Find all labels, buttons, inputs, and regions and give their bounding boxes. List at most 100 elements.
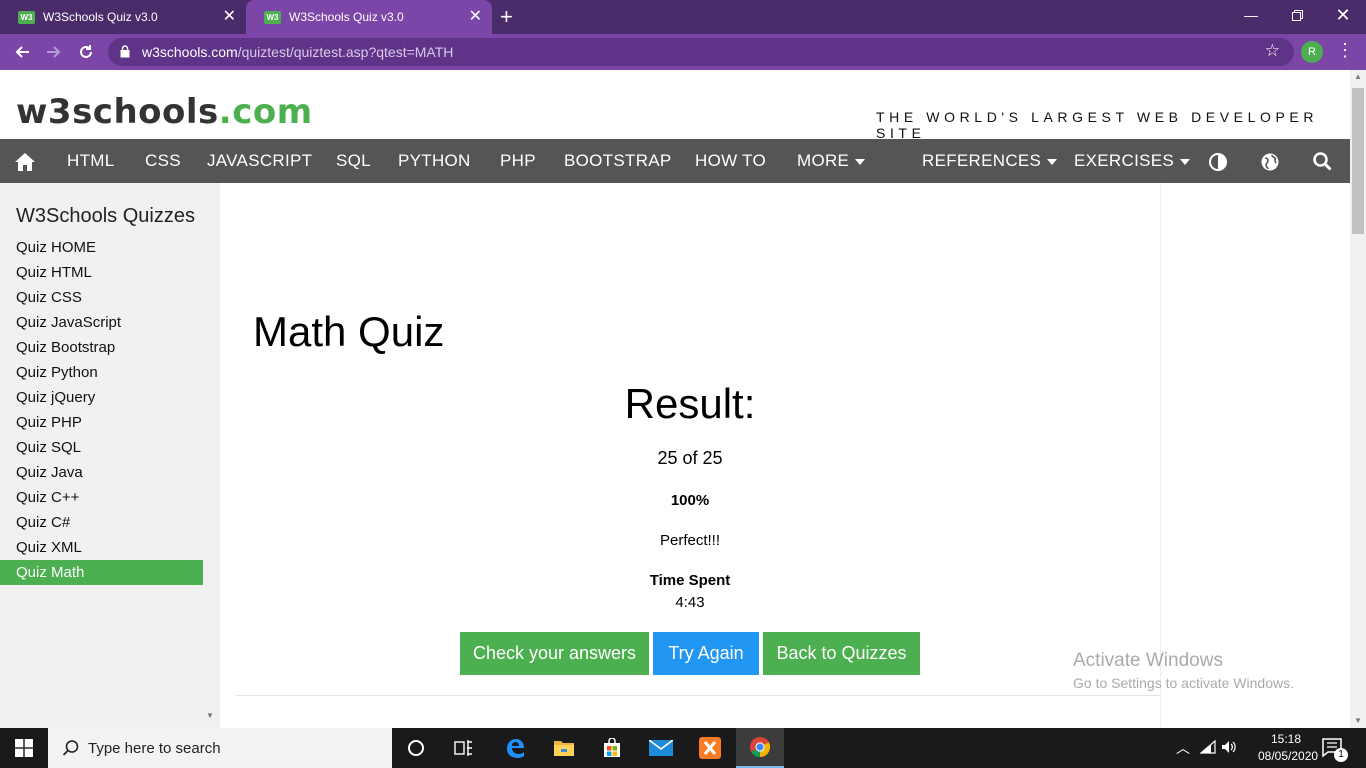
network-icon[interactable] bbox=[1199, 739, 1216, 757]
browser-tab-active[interactable]: W3 W3Schools Quiz v3.0 ✕ bbox=[246, 0, 492, 34]
sidebar-item-quiz-cpp[interactable]: Quiz C++ bbox=[0, 485, 203, 510]
sidebar-item-quiz-java[interactable]: Quiz Java bbox=[0, 460, 203, 485]
sidebar-item-quiz-home[interactable]: Quiz HOME bbox=[0, 235, 203, 260]
clock-time: 15:18 bbox=[1270, 732, 1302, 746]
action-center-icon[interactable]: 1 bbox=[1322, 738, 1348, 762]
nav-javascript[interactable]: JAVASCRIPT bbox=[207, 139, 312, 183]
windows-taskbar: Type here to search ︿ 15:18 08/05/2020 1 bbox=[0, 728, 1366, 768]
taskbar-search-box[interactable]: Type here to search bbox=[48, 728, 392, 768]
browser-menu-icon[interactable]: ⋮ bbox=[1336, 40, 1354, 61]
nav-exercises[interactable]: EXERCISES bbox=[1074, 139, 1191, 183]
tab-title: W3Schools Quiz v3.0 bbox=[43, 10, 158, 24]
back-arrow-icon[interactable] bbox=[10, 40, 34, 64]
right-column-divider bbox=[1160, 183, 1161, 728]
page-scrollbar[interactable]: ▲ ▼ bbox=[1350, 70, 1366, 728]
bookmark-star-icon[interactable]: ☆ bbox=[1265, 41, 1280, 61]
close-tab-icon[interactable]: ✕ bbox=[223, 8, 236, 26]
nav-bootstrap[interactable]: BOOTSTRAP bbox=[564, 139, 672, 183]
nav-references-label: REFERENCES bbox=[922, 151, 1042, 170]
search-icon[interactable] bbox=[1313, 139, 1332, 183]
nav-more-label: MORE bbox=[797, 151, 850, 170]
watermark-title: Activate Windows bbox=[1073, 650, 1223, 671]
scroll-down-icon[interactable]: ▼ bbox=[1350, 714, 1366, 728]
time-spent-value: 4:43 bbox=[675, 594, 705, 611]
nav-howto[interactable]: HOW TO bbox=[695, 139, 766, 183]
globe-icon[interactable] bbox=[1261, 139, 1279, 183]
nav-html[interactable]: HTML bbox=[67, 139, 114, 183]
contrast-icon[interactable] bbox=[1209, 139, 1227, 183]
sidebar-scroll-down-icon[interactable]: ▼ bbox=[206, 711, 214, 720]
nav-exercises-label: EXERCISES bbox=[1074, 151, 1175, 170]
profile-avatar[interactable]: R bbox=[1301, 41, 1323, 63]
sidebar-item-quiz-math[interactable]: Quiz Math bbox=[0, 560, 203, 585]
caret-down-icon bbox=[1180, 158, 1191, 165]
sidebar-item-quiz-css[interactable]: Quiz CSS bbox=[0, 285, 203, 310]
restore-button[interactable] bbox=[1274, 0, 1320, 30]
sidebar-item-quiz-html[interactable]: Quiz HTML bbox=[0, 260, 203, 285]
file-explorer-icon[interactable] bbox=[540, 728, 588, 768]
sidebar-item-quiz-sql[interactable]: Quiz SQL bbox=[0, 435, 203, 460]
score-text: 25 of 25 bbox=[657, 448, 723, 468]
search-placeholder: Type here to search bbox=[88, 740, 221, 757]
url-path: /quiztest/quiztest.asp?qtest=MATH bbox=[237, 44, 454, 60]
nav-sql[interactable]: SQL bbox=[336, 139, 371, 183]
mail-icon[interactable] bbox=[637, 728, 685, 768]
windows-start-icon[interactable] bbox=[0, 728, 48, 768]
activate-windows-watermark: Activate Windows Go to Settings to activ… bbox=[1073, 650, 1294, 691]
top-navigation: HTML CSS JAVASCRIPT SQL PYTHON PHP BOOTS… bbox=[0, 139, 1350, 183]
check-answers-button[interactable]: Check your answers bbox=[460, 632, 649, 675]
sidebar-item-quiz-php[interactable]: Quiz PHP bbox=[0, 410, 203, 435]
volume-icon[interactable] bbox=[1221, 740, 1237, 757]
search-icon bbox=[62, 740, 79, 756]
w3schools-favicon-icon: W3 bbox=[264, 10, 281, 24]
edge-icon[interactable] bbox=[491, 728, 539, 768]
site-tagline: THE WORLD'S LARGEST WEB DEVELOPER SITE bbox=[876, 109, 1319, 141]
close-tab-icon[interactable]: ✕ bbox=[469, 8, 482, 26]
minimize-button[interactable]: — bbox=[1228, 0, 1274, 30]
nav-css[interactable]: CSS bbox=[145, 139, 181, 183]
sidebar-item-quiz-javascript[interactable]: Quiz JavaScript bbox=[0, 310, 203, 335]
cortana-icon[interactable] bbox=[392, 728, 440, 768]
address-bar[interactable]: w3schools.com/quiztest/quiztest.asp?qtes… bbox=[108, 38, 1294, 66]
forward-arrow-icon[interactable] bbox=[42, 40, 66, 64]
browser-tab[interactable]: W3 W3Schools Quiz v3.0 ✕ bbox=[0, 0, 246, 34]
w3schools-favicon-icon: W3 bbox=[18, 10, 35, 24]
watermark-subtitle: Go to Settings to activate Windows. bbox=[1073, 675, 1294, 691]
scroll-up-icon[interactable]: ▲ bbox=[1350, 70, 1366, 84]
browser-toolbar: w3schools.com/quiztest/quiztest.asp?qtes… bbox=[0, 34, 1366, 70]
nav-more[interactable]: MORE bbox=[797, 139, 866, 183]
sidebar-item-quiz-python[interactable]: Quiz Python bbox=[0, 360, 203, 385]
scrollbar-thumb[interactable] bbox=[1352, 88, 1364, 234]
system-clock[interactable]: 15:18 08/05/2020 bbox=[1258, 731, 1319, 765]
w3schools-logo[interactable]: w3schools.com bbox=[16, 92, 313, 132]
url-text: w3schools.com/quiztest/quiztest.asp?qtes… bbox=[142, 44, 453, 60]
try-again-button[interactable]: Try Again bbox=[653, 632, 759, 675]
caret-down-icon bbox=[1047, 158, 1058, 165]
page-title: Math Quiz bbox=[253, 308, 445, 355]
caret-down-icon bbox=[855, 158, 866, 165]
task-view-icon[interactable] bbox=[440, 728, 488, 768]
score-percent: 100% bbox=[670, 492, 710, 509]
sidebar-item-quiz-csharp[interactable]: Quiz C# bbox=[0, 510, 203, 535]
nav-php[interactable]: PHP bbox=[500, 139, 536, 183]
reload-icon[interactable] bbox=[74, 40, 98, 64]
logo-suffix: .com bbox=[218, 92, 313, 132]
nav-references[interactable]: REFERENCES bbox=[922, 139, 1058, 183]
sidebar-item-quiz-xml[interactable]: Quiz XML bbox=[0, 535, 203, 560]
show-hidden-icons-icon[interactable]: ︿ bbox=[1176, 738, 1190, 758]
chrome-icon[interactable] bbox=[736, 728, 784, 768]
content-divider bbox=[236, 695, 1160, 696]
xampp-icon[interactable] bbox=[686, 728, 734, 768]
close-window-button[interactable]: ✕ bbox=[1320, 0, 1366, 30]
new-tab-button[interactable]: + bbox=[500, 5, 520, 29]
notification-count-badge: 1 bbox=[1334, 748, 1348, 762]
home-icon[interactable] bbox=[14, 139, 36, 183]
store-icon[interactable] bbox=[588, 728, 636, 768]
result-heading: Result: bbox=[624, 380, 756, 427]
sidebar-item-quiz-bootstrap[interactable]: Quiz Bootstrap bbox=[0, 335, 203, 360]
nav-python[interactable]: PYTHON bbox=[398, 139, 471, 183]
clock-date: 08/05/2020 bbox=[1258, 749, 1319, 763]
sidebar-item-quiz-jquery[interactable]: Quiz jQuery bbox=[0, 385, 203, 410]
back-to-quizzes-button[interactable]: Back to Quizzes bbox=[763, 632, 920, 675]
sidebar-title: W3Schools Quizzes bbox=[16, 205, 195, 227]
